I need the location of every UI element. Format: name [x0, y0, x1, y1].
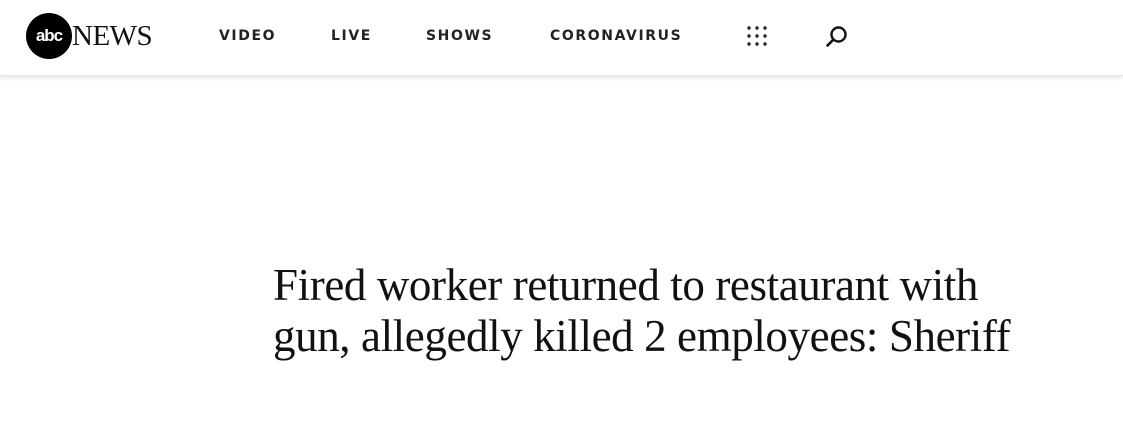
- site-header: abc NEWS VIDEO LIVE SHOWS CORONAVIRUS: [0, 0, 1123, 76]
- abc-logo-mark: abc: [26, 13, 72, 59]
- article-headline: Fired worker returned to restaurant with…: [273, 260, 1011, 361]
- nav-item-shows[interactable]: SHOWS: [426, 25, 493, 47]
- search-icon[interactable]: [824, 23, 850, 49]
- news-logo-word: NEWS: [72, 19, 153, 52]
- nav-item-video[interactable]: VIDEO: [219, 25, 276, 47]
- nav-item-live[interactable]: LIVE: [331, 25, 372, 47]
- grid-dots-icon[interactable]: [746, 25, 768, 47]
- nav-item-coronavirus[interactable]: CORONAVIRUS: [550, 25, 682, 47]
- abc-news-logo[interactable]: abc NEWS: [26, 13, 153, 59]
